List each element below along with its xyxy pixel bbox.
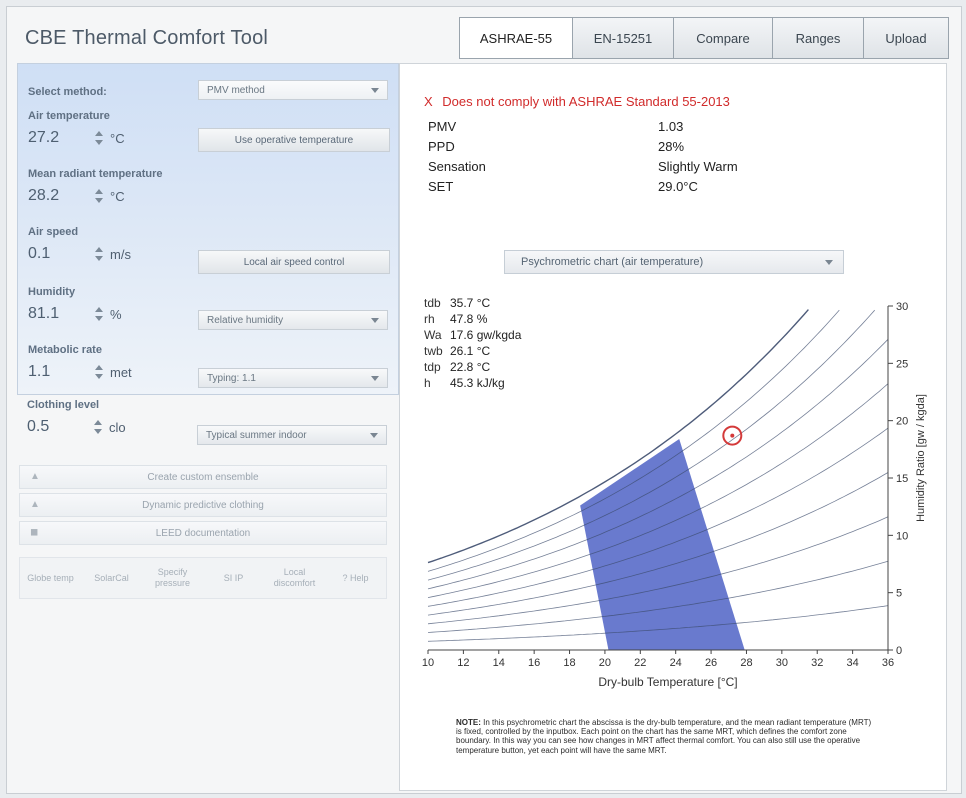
x-tick-label: 32 (811, 657, 823, 669)
note-text: In this psychrometric chart the abscissa… (456, 718, 872, 755)
local-discomfort-button[interactable]: Local discomfort (264, 558, 325, 598)
tab-ashrae-55[interactable]: ASHRAE-55 (460, 18, 573, 58)
clothing-preset-value: Typical summer indoor (206, 429, 307, 441)
use-operative-temperature-button[interactable]: Use operative temperature (198, 128, 390, 152)
units-toggle-button[interactable]: SI IP (203, 558, 264, 598)
tools-row: Globe temp SolarCal Specify pressure SI … (19, 557, 387, 599)
x-tick-label: 24 (670, 657, 682, 669)
met-unit: met (110, 364, 132, 380)
leed-documentation-button[interactable]: ◼ LEED documentation (19, 521, 387, 545)
x-tick-label: 16 (528, 657, 540, 669)
air-speed-input[interactable]: 0.1 (28, 242, 88, 266)
chart-note: NOTE: In this psychrometric chart the ab… (456, 718, 876, 755)
psychrometric-chart[interactable]: 10 12 14 16 18 20 22 24 26 28 30 32 34 360 5 10 15 20 25 30… (400, 64, 946, 704)
x-tick-label: 22 (634, 657, 646, 669)
chevron-down-icon (371, 87, 379, 93)
x-tick-label: 20 (599, 657, 611, 669)
mrt-unit: °C (110, 188, 125, 204)
create-custom-ensemble-button[interactable]: ▲ Create custom ensemble (19, 465, 387, 489)
air-temperature-label: Air temperature (28, 110, 110, 122)
triangle-icon: ▲ (30, 471, 40, 482)
clo-input[interactable]: 0.5 (27, 415, 87, 439)
specify-pressure-button[interactable]: Specify pressure (142, 558, 203, 598)
x-tick-label: 12 (457, 657, 469, 669)
activity-value: Typing: 1.1 (207, 372, 256, 384)
x-tick-label: 36 (882, 657, 894, 669)
inputs-panel: Select method: PMV method Air temperatur… (17, 63, 399, 395)
results-panel: X Does not comply with ASHRAE Standard 5… (399, 63, 947, 791)
humidity-spinner-icon[interactable] (94, 305, 104, 323)
humidity-mode-select[interactable]: Relative humidity (198, 310, 388, 330)
humidity-input[interactable]: 81.1 (28, 302, 88, 326)
tab-compare[interactable]: Compare (674, 18, 773, 58)
mrt-spinner-icon[interactable] (94, 187, 104, 205)
leed-documentation-label: LEED documentation (155, 527, 251, 539)
triangle-icon: ▲ (30, 499, 40, 510)
x-tick-label: 26 (705, 657, 717, 669)
met-spinner-icon[interactable] (94, 363, 104, 381)
method-select[interactable]: PMV method (198, 80, 388, 100)
humidity-unit: % (110, 306, 122, 322)
chevron-down-icon (370, 432, 378, 438)
clo-label: Clothing level (27, 399, 100, 411)
x-tick-label: 18 (563, 657, 575, 669)
current-state-point (730, 433, 735, 438)
x-tick-label: 10 (422, 657, 434, 669)
air-temperature-unit: °C (110, 130, 125, 146)
tab-ranges[interactable]: Ranges (773, 18, 864, 58)
comfort-zone (580, 439, 745, 650)
local-air-speed-button[interactable]: Local air speed control (198, 250, 390, 274)
solarcal-button[interactable]: SolarCal (81, 558, 142, 598)
air-speed-label: Air speed (28, 226, 79, 238)
clo-unit: clo (109, 419, 126, 435)
met-input[interactable]: 1.1 (28, 360, 88, 384)
air-speed-unit: m/s (110, 246, 131, 262)
note-title: NOTE: (456, 718, 481, 727)
clothing-preset-select[interactable]: Typical summer indoor (197, 425, 387, 445)
y-tick-label: 20 (896, 416, 908, 428)
air-temperature-input[interactable]: 27.2 (28, 126, 88, 150)
air-speed-spinner-icon[interactable] (94, 245, 104, 263)
x-tick-label: 34 (846, 657, 858, 669)
globe-temp-button[interactable]: Globe temp (20, 558, 81, 598)
y-axis-label: Humidity Ratio [gw / kgda] (915, 394, 927, 522)
y-tick-label: 5 (896, 588, 902, 600)
y-tick-label: 30 (896, 301, 908, 313)
activity-select[interactable]: Typing: 1.1 (198, 368, 388, 388)
mrt-label: Mean radiant temperature (28, 168, 163, 180)
app-window: CBE Thermal Comfort Tool ASHRAE-55 EN-15… (6, 6, 962, 794)
create-custom-ensemble-label: Create custom ensemble (147, 471, 259, 483)
mrt-input[interactable]: 28.2 (28, 184, 88, 208)
chevron-down-icon (371, 375, 379, 381)
x-tick-label: 28 (740, 657, 752, 669)
y-tick-label: 25 (896, 358, 908, 370)
tab-en-15251[interactable]: EN-15251 (573, 18, 674, 58)
met-label: Metabolic rate (28, 344, 102, 356)
chevron-down-icon (371, 317, 379, 323)
y-tick-label: 15 (896, 473, 908, 485)
main-tabs: ASHRAE-55 EN-15251 Compare Ranges Upload (459, 17, 949, 59)
help-button[interactable]: ? Help (325, 558, 386, 598)
dynamic-predictive-clothing-button[interactable]: ▲ Dynamic predictive clothing (19, 493, 387, 517)
y-tick-label: 0 (896, 645, 902, 657)
app-title: CBE Thermal Comfort Tool (25, 27, 269, 49)
tab-upload[interactable]: Upload (864, 18, 948, 58)
y-tick-label: 10 (896, 530, 908, 542)
x-tick-label: 14 (493, 657, 505, 669)
x-tick-label: 30 (776, 657, 788, 669)
x-axis-label: Dry-bulb Temperature [°C] (598, 675, 737, 689)
air-temperature-spinner-icon[interactable] (94, 129, 104, 147)
humidity-label: Humidity (28, 286, 76, 298)
humidity-mode-value: Relative humidity (207, 314, 284, 326)
clo-spinner-icon[interactable] (93, 418, 103, 436)
method-select-value: PMV method (207, 84, 265, 96)
document-icon: ◼ (30, 527, 39, 538)
dynamic-predictive-clothing-label: Dynamic predictive clothing (142, 499, 264, 511)
select-method-label: Select method: (28, 86, 107, 98)
